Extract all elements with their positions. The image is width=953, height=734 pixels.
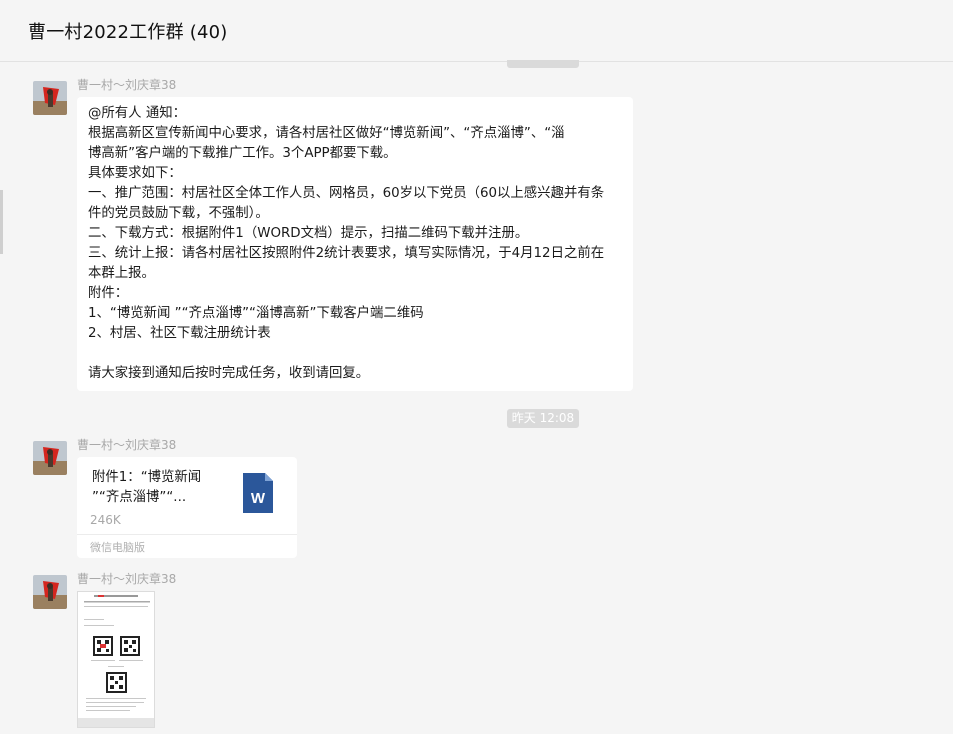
file-source: 微信电脑版 [90, 541, 145, 554]
time-divider: 昨天 12:08 [507, 409, 579, 428]
file-name-line: ”“齐点淄博”“... [92, 490, 187, 505]
avatar-image [33, 81, 67, 115]
message-line: 博高新”客户端的下载推广工作。3个APP都要下载。 [88, 146, 397, 161]
file-name-line: 附件1：“博览新闻 [92, 470, 202, 485]
message-line: 1、“博览新闻 ”“齐点淄博”“淄博高新”下载客户端二维码 [88, 306, 424, 321]
sender-avatar[interactable] [33, 81, 67, 115]
message-line: 件的党员鼓励下载，不强制）。 [88, 206, 269, 221]
message-line: 二、下载方式：根据附件1（WORD文档）提示，扫描二维码下载并注册。 [88, 226, 529, 241]
sender-name: 曹一村～刘庆章38 [77, 438, 177, 452]
partial-timestamp [507, 60, 579, 68]
message-line: 请大家接到通知后按时完成任务，收到请回复。 [88, 366, 370, 381]
sender-name: 曹一村～刘庆章38 [77, 572, 177, 586]
message-line: 2、村居、社区下载注册统计表 [88, 326, 271, 341]
file-message-card[interactable]: 附件1：“博览新闻 ”“齐点淄博”“... 246K W 微信电脑版 [77, 457, 297, 558]
message-line: 一、推广范围：村居社区全体工作人员、网格员，60岁以下党员（60以上感兴趣并有条 [88, 186, 605, 201]
sender-avatar[interactable] [33, 441, 67, 475]
scrollbar[interactable] [0, 190, 3, 254]
message-line: @所有人 通知： [88, 106, 186, 121]
sender-avatar[interactable] [33, 575, 67, 609]
message-line: 三、统计上报：请各村居社区按照附件2统计表要求，填写实际情况，于4月12日之前在 [88, 246, 605, 261]
message-line: 附件： [88, 286, 129, 301]
file-size: 246K [90, 513, 121, 527]
avatar-image [33, 441, 67, 475]
chat-title[interactable]: 曹一村2022工作群 (40) [28, 18, 227, 44]
message-line: 根据高新区宣传新闻中心要求，请各村居社区做好“博览新闻”、“齐点淄博”、“淄 [88, 126, 565, 141]
word-file-icon: W [243, 473, 273, 513]
svg-text:W: W [251, 490, 266, 507]
card-divider [77, 534, 297, 535]
message-line: 本群上报。 [88, 266, 155, 281]
message-line: 具体要求如下： [88, 166, 182, 181]
chat-header: 曹一村2022工作群 (40) [0, 0, 953, 62]
sender-name: 曹一村～刘庆章38 [77, 78, 177, 92]
file-name: 附件1：“博览新闻 ”“齐点淄博”“... [92, 468, 228, 508]
document-image-icon [78, 592, 154, 727]
image-message-thumbnail[interactable] [77, 591, 155, 728]
message-bubble[interactable]: @所有人 通知： 根据高新区宣传新闻中心要求，请各村居社区做好“博览新闻”、“齐… [77, 97, 633, 391]
avatar-image [33, 575, 67, 609]
